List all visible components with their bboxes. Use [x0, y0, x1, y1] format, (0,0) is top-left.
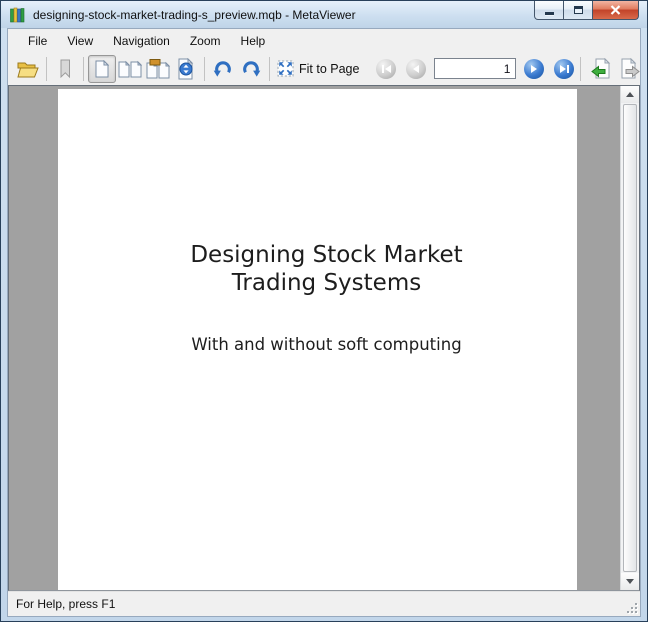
- toolbar-separator: [580, 57, 581, 81]
- menu-bar: File View Navigation Zoom Help: [8, 29, 640, 52]
- next-page-icon: [531, 65, 537, 73]
- facing-pages-icon: [118, 60, 142, 78]
- previous-page-button[interactable]: [406, 59, 426, 79]
- scrollbar-thumb[interactable]: [623, 104, 637, 572]
- open-folder-icon: [17, 60, 39, 78]
- resize-grip[interactable]: [625, 601, 637, 613]
- single-page-view-button[interactable]: [88, 55, 116, 83]
- first-page-button[interactable]: [376, 59, 396, 79]
- bookmark-icon: [58, 59, 72, 79]
- menu-item-zoom[interactable]: Zoom: [180, 31, 231, 51]
- viewport-row: Designing Stock Market Trading Systems W…: [8, 85, 640, 591]
- minimize-icon: [545, 12, 554, 15]
- last-page-icon: [560, 65, 566, 73]
- first-page-icon: [382, 65, 384, 73]
- continuous-scroll-icon: [175, 58, 197, 80]
- document-title-line1: Designing Stock Market: [76, 241, 577, 269]
- toolbar: Fit to Page: [8, 52, 640, 85]
- toolbar-separator: [46, 57, 47, 81]
- titlebar[interactable]: designing-stock-market-trading-s_preview…: [1, 1, 647, 28]
- metaviewer-window: designing-stock-market-trading-s_preview…: [0, 0, 648, 622]
- rotate-right-icon: [240, 58, 262, 80]
- rotate-left-button[interactable]: [209, 55, 237, 83]
- facing-pages-cover-view-button[interactable]: [144, 55, 172, 83]
- page-number-input[interactable]: [434, 58, 516, 79]
- document-subtitle: With and without soft computing: [76, 335, 577, 354]
- toolbar-separator: [204, 57, 205, 81]
- rotate-right-button[interactable]: [237, 55, 265, 83]
- fit-to-page-label: Fit to Page: [299, 62, 359, 76]
- document-viewport: Designing Stock Market Trading Systems W…: [9, 86, 620, 590]
- back-green-arrow-icon: [591, 58, 612, 79]
- fit-to-page-button[interactable]: Fit to Page: [274, 55, 366, 83]
- document-title-line2: Trading Systems: [76, 269, 577, 297]
- window-title: designing-stock-market-trading-s_preview…: [33, 8, 356, 22]
- toolbar-separator: [83, 57, 84, 81]
- up-arrow-icon: [626, 92, 634, 97]
- open-file-button[interactable]: [14, 55, 42, 83]
- scrollbar-track[interactable]: [621, 103, 639, 573]
- forward-gray-arrow-icon: [619, 58, 640, 79]
- vertical-scrollbar[interactable]: [620, 86, 639, 590]
- bookmark-button[interactable]: [51, 55, 79, 83]
- client-area: File View Navigation Zoom Help: [7, 28, 641, 617]
- single-page-icon: [95, 60, 109, 78]
- menu-item-file[interactable]: File: [18, 31, 57, 51]
- menu-item-help[interactable]: Help: [231, 31, 276, 51]
- page-text-block: Designing Stock Market Trading Systems W…: [58, 241, 577, 354]
- scroll-up-button[interactable]: [621, 86, 639, 103]
- close-icon: [610, 5, 621, 15]
- previous-page-icon: [413, 65, 419, 73]
- fit-to-page-icon: [277, 60, 294, 77]
- app-books-icon: [10, 7, 26, 23]
- next-page-button[interactable]: [524, 59, 544, 79]
- document-page: Designing Stock Market Trading Systems W…: [58, 89, 577, 590]
- menu-item-view[interactable]: View: [57, 31, 103, 51]
- toolbar-separator: [269, 57, 270, 81]
- down-arrow-icon: [626, 579, 634, 584]
- caption-buttons: [534, 1, 639, 20]
- maximize-button[interactable]: [564, 1, 592, 20]
- facing-pages-view-button[interactable]: [116, 55, 144, 83]
- menu-item-navigation[interactable]: Navigation: [103, 31, 180, 51]
- close-button[interactable]: [592, 1, 639, 20]
- minimize-button[interactable]: [534, 1, 564, 20]
- facing-pages-cover-icon: [146, 59, 170, 79]
- go-back-button[interactable]: [587, 55, 615, 83]
- go-forward-button[interactable]: [615, 55, 643, 83]
- status-bar: For Help, press F1: [8, 591, 640, 616]
- last-page-button[interactable]: [554, 59, 574, 79]
- scroll-down-button[interactable]: [621, 573, 639, 590]
- maximize-icon: [574, 6, 583, 14]
- rotate-left-icon: [212, 58, 234, 80]
- status-help-text: For Help, press F1: [16, 597, 115, 611]
- continuous-view-button[interactable]: [172, 55, 200, 83]
